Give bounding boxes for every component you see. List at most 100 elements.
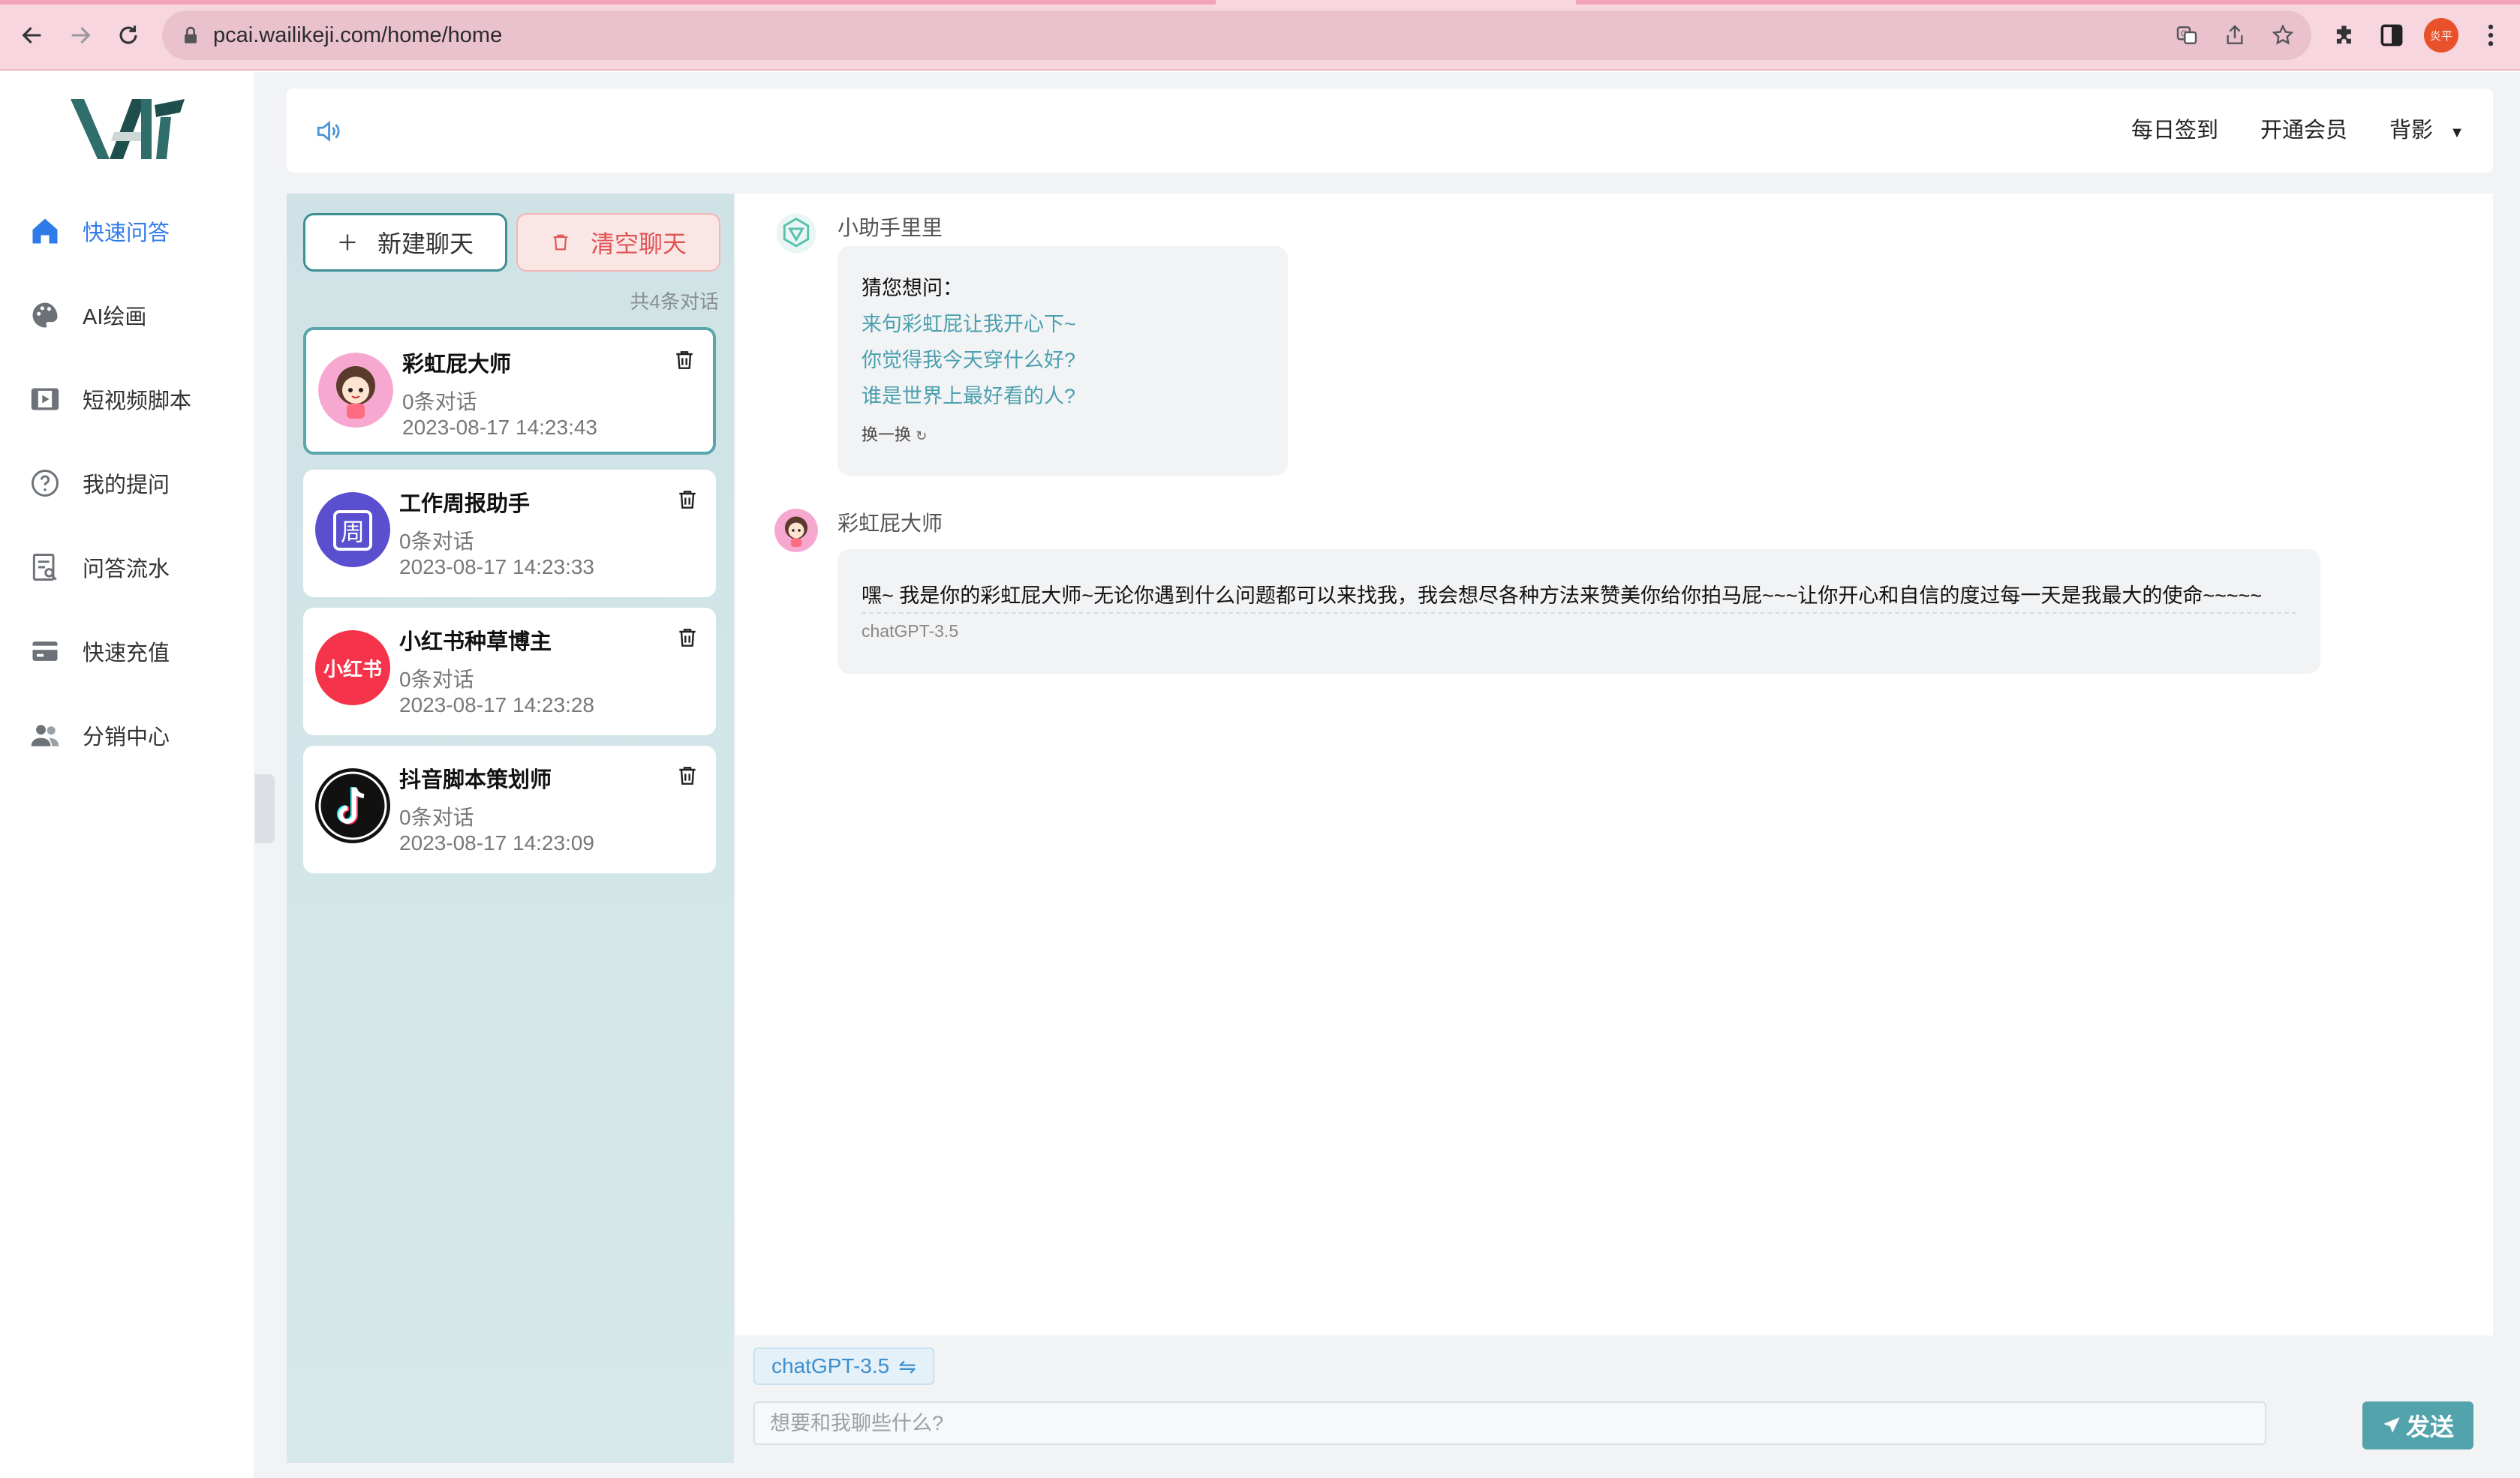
address-bar[interactable]: pcai.wailikeji.com/home/home G	[162, 11, 2311, 60]
sidebar-item-label: AI绘画	[83, 305, 147, 329]
sidebar-item-qa-records[interactable]: 问答流水	[27, 545, 170, 590]
document-search-icon	[27, 549, 63, 585]
model-name: chatGPT-3.5	[771, 1354, 890, 1377]
chat-item-xiaohongshu[interactable]: 小红书 小红书种草博主 0条对话 2023-08-17 14:23:28	[303, 608, 716, 735]
new-chat-label: 新建聊天	[377, 230, 474, 257]
share-icon[interactable]	[2223, 23, 2247, 47]
refresh-icon: ↻	[916, 428, 928, 443]
delete-icon[interactable]	[675, 764, 699, 788]
user-menu[interactable]: 背影 ▼	[2389, 89, 2464, 173]
browser-toolbar: pcai.wailikeji.com/home/home G 炎平	[0, 0, 2520, 71]
delete-icon[interactable]	[672, 348, 696, 372]
chat-name: 抖音脚本策划师	[399, 768, 552, 792]
ai-logo[interactable]	[68, 95, 188, 164]
delete-icon[interactable]	[675, 626, 699, 650]
model-switch[interactable]: chatGPT-3.5 ⇋	[753, 1347, 934, 1385]
total-conversations: 共4条对话	[630, 290, 719, 313]
star-icon[interactable]	[2271, 23, 2295, 47]
url-text: pcai.wailikeji.com/home/home	[213, 23, 503, 47]
chat-time: 2023-08-17 14:23:33	[399, 555, 594, 578]
profile-avatar[interactable]: 炎平	[2424, 18, 2458, 53]
arrow-right-icon	[71, 26, 91, 44]
message-input[interactable]	[753, 1401, 2266, 1445]
suggested-question[interactable]: 谁是世界上最好看的人?	[862, 380, 1075, 409]
suggested-question[interactable]: 来句彩虹屁让我开心下~	[862, 308, 1076, 337]
bot-reply-text: 嘿~ 我是你的彩虹屁大师~无论你遇到什么问题都可以来找我，我会想尽各种方法来赞美…	[862, 584, 2263, 607]
new-chat-button[interactable]: 新建聊天	[303, 213, 507, 272]
suggestion-bubble: 猜您想问： 来句彩虹屁让我开心下~ 你觉得我今天穿什么好? 谁是世界上最好看的人…	[837, 246, 1288, 476]
reload-button[interactable]	[110, 17, 147, 54]
sidebar-item-quick-qa[interactable]: 快速问答	[27, 209, 170, 254]
speaker-icon[interactable]	[314, 117, 342, 146]
sidebar-item-recharge[interactable]: 快速充值	[27, 629, 170, 674]
lock-icon	[185, 26, 197, 44]
chat-name: 彩虹屁大师	[402, 353, 512, 377]
tiktok-logo	[318, 771, 387, 840]
question-circle-icon	[27, 465, 63, 501]
send-button[interactable]: 发送	[2362, 1401, 2473, 1449]
xiaohongshu-avatar: 小红书	[315, 630, 390, 705]
tab-strip-accent	[1576, 0, 2520, 5]
caret-down-icon: ▼	[2449, 125, 2464, 141]
sidebar-item-label: 问答流水	[83, 557, 170, 581]
chat-item-caihongpi[interactable]: 彩虹屁大师 0条对话 2023-08-17 14:23:43	[303, 327, 716, 455]
assistant-avatar	[774, 212, 818, 255]
bot-reply-bubble: 嘿~ 我是你的彩虹屁大师~无论你遇到什么问题都可以来找我，我会想尽各种方法来赞美…	[837, 549, 2320, 674]
arrow-left-icon	[22, 26, 41, 44]
palette-icon	[27, 297, 63, 333]
assistant-name: 小助手里里	[837, 216, 943, 239]
daily-checkin-link[interactable]: 每日签到	[2131, 89, 2218, 173]
sidebar-item-label: 短视频脚本	[83, 389, 192, 413]
caihongpi-avatar	[318, 353, 393, 428]
refresh-label: 换一换	[862, 425, 912, 444]
sidebar-item-ai-drawing[interactable]: AI绘画	[27, 293, 146, 338]
reload-icon	[119, 26, 137, 44]
sidebar-collapse-handle[interactable]	[255, 774, 275, 843]
puzzle-icon[interactable]	[2331, 21, 2359, 50]
calendar-week-icon: 周	[333, 510, 372, 551]
sidebar-item-label: 快速充值	[83, 641, 170, 665]
suggested-question[interactable]: 你觉得我今天穿什么好?	[862, 344, 1075, 373]
delete-icon[interactable]	[675, 488, 699, 512]
sidebar-item-video-script[interactable]: 短视频脚本	[27, 377, 191, 422]
chat-count: 0条对话	[399, 530, 474, 553]
bot-avatar	[774, 509, 818, 552]
bot-name: 彩虹屁大师	[837, 512, 943, 535]
sidebar-item-distribution[interactable]: 分销中心	[27, 713, 170, 758]
wallet-icon	[27, 633, 63, 669]
trash-icon	[553, 234, 568, 251]
conversation-area: 小助手里里 猜您想问： 来句彩虹屁让我开心下~ 你觉得我今天穿什么好? 谁是世界…	[735, 194, 2493, 1335]
xiaohongshu-logo: 小红书	[323, 657, 382, 680]
reply-divider	[862, 612, 2296, 614]
chat-count: 0条对话	[399, 668, 474, 691]
film-icon	[27, 381, 63, 417]
users-icon	[27, 717, 63, 753]
clear-chat-button[interactable]: 清空聊天	[516, 213, 720, 272]
plus-icon	[339, 234, 356, 251]
sidebar-item-my-questions[interactable]: 我的提问	[27, 461, 170, 506]
chat-item-weekly-report[interactable]: 周 工作周报助手 0条对话 2023-08-17 14:23:33	[303, 470, 716, 597]
left-sidebar: 快速问答 AI绘画 短视频脚本 我的提问 问答流水 快速充值 分销中心	[0, 72, 254, 1478]
sidebar-item-label: 快速问答	[83, 221, 170, 245]
chat-list-panel: 新建聊天 清空聊天 共4条对话 彩虹屁大师 0条对话 2023-08-17 14…	[287, 194, 734, 1463]
translate-icon[interactable]: G	[2175, 23, 2199, 47]
forward-button[interactable]	[62, 17, 99, 54]
refresh-suggestions[interactable]: 换一换 ↻	[862, 422, 927, 446]
chat-item-douyin[interactable]: 抖音脚本策划师 0条对话 2023-08-17 14:23:09	[303, 746, 716, 873]
sidebar-item-label: 我的提问	[83, 473, 170, 497]
home-icon	[27, 213, 63, 249]
chat-time: 2023-08-17 14:23:28	[399, 693, 594, 716]
sidebar-item-label: 分销中心	[83, 725, 170, 750]
back-button[interactable]	[14, 17, 51, 54]
chat-name: 工作周报助手	[399, 492, 531, 516]
douyin-avatar	[315, 768, 390, 843]
membership-link[interactable]: 开通会员	[2260, 89, 2347, 173]
chat-count: 0条对话	[399, 806, 474, 829]
chat-time: 2023-08-17 14:23:09	[399, 831, 594, 855]
kebab-menu-icon[interactable]	[2476, 21, 2505, 50]
sidebar-toggle-icon[interactable]	[2377, 21, 2406, 50]
tab-strip-accent	[0, 0, 1216, 5]
reply-model-tag: chatGPT-3.5	[862, 621, 959, 641]
send-label: 发送	[2405, 1413, 2454, 1440]
switch-icon: ⇋	[898, 1354, 916, 1378]
